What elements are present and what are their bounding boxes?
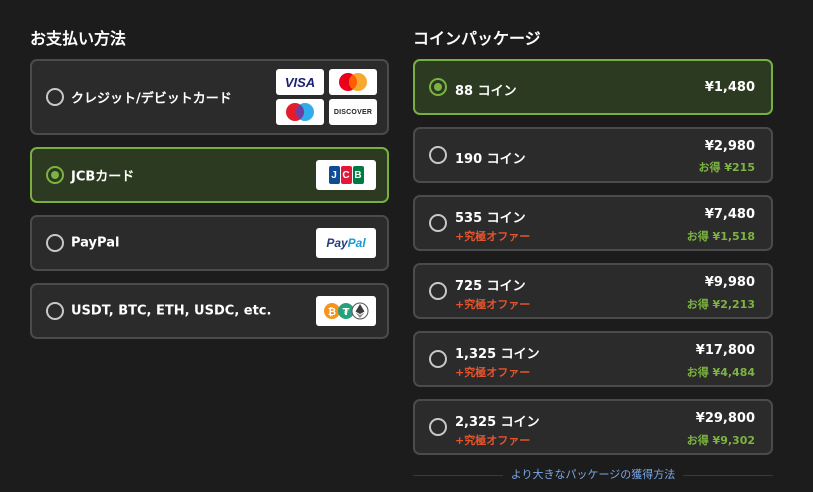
radio-credit-card[interactable] bbox=[46, 88, 64, 106]
discover-logo-icon: DISCOVER bbox=[329, 99, 377, 125]
coin-package-price: ¥29,800 bbox=[695, 411, 755, 426]
jcb-logo-icon: J C B bbox=[316, 160, 376, 190]
payment-label-paypal: PayPal bbox=[71, 235, 120, 251]
coin-package-name: 88 コイン bbox=[455, 84, 517, 99]
payment-method-heading: お支払い方法 bbox=[30, 29, 127, 48]
payment-label-jcb: JCBカード bbox=[71, 169, 135, 185]
coin-package-190[interactable]: 190 コイン ¥2,980 お得 ¥215 bbox=[413, 127, 773, 183]
coin-package-1325[interactable]: 1,325 コイン +究極オファー ¥17,800 お得 ¥4,484 bbox=[413, 331, 773, 387]
coin-package-offer: +究極オファー bbox=[455, 298, 531, 311]
coin-package-savings: お得 ¥1,518 bbox=[686, 230, 755, 243]
coin-package-offer: +究極オファー bbox=[455, 434, 531, 447]
radio-coin-190[interactable] bbox=[429, 146, 447, 164]
coin-package-2325[interactable]: 2,325 コイン +究極オファー ¥29,800 お得 ¥9,302 bbox=[413, 399, 773, 455]
coin-package-88[interactable]: 88 コイン ¥1,480 bbox=[413, 59, 773, 115]
radio-paypal[interactable] bbox=[46, 234, 64, 252]
payment-option-jcb[interactable]: JCBカード J C B bbox=[30, 147, 389, 203]
radio-jcb[interactable] bbox=[46, 166, 64, 184]
payment-option-paypal[interactable]: PayPal PayPal bbox=[30, 215, 389, 271]
paypal-logo-icon: PayPal bbox=[316, 228, 376, 258]
coin-package-535[interactable]: 535 コイン +究極オファー ¥7,480 お得 ¥1,518 bbox=[413, 195, 773, 251]
payment-label-crypto: USDT, BTC, ETH, USDC, etc. bbox=[71, 303, 272, 319]
coin-package-name: 725 コイン bbox=[455, 279, 526, 294]
larger-packages-link-text[interactable]: より大きなパッケージの獲得方法 bbox=[502, 468, 684, 481]
mastercard-logo-icon bbox=[329, 69, 377, 95]
coin-package-price: ¥9,980 bbox=[704, 275, 755, 290]
coin-package-offer: +究極オファー bbox=[455, 366, 531, 379]
crypto-logo-icon: ₿ ₮ bbox=[316, 296, 376, 326]
coin-package-price: ¥17,800 bbox=[695, 343, 755, 358]
coin-package-savings: お得 ¥9,302 bbox=[686, 434, 755, 447]
visa-logo-icon: VISA bbox=[276, 69, 324, 95]
coin-package-savings: お得 ¥2,213 bbox=[686, 298, 755, 311]
larger-packages-link[interactable]: より大きなパッケージの獲得方法 bbox=[413, 466, 773, 482]
coin-package-name: 535 コイン bbox=[455, 211, 526, 226]
radio-coin-88[interactable] bbox=[429, 78, 447, 96]
coin-package-heading: コインパッケージ bbox=[413, 29, 541, 48]
coin-package-savings: お得 ¥215 bbox=[698, 161, 755, 174]
payment-label-credit-card: クレジット/デビットカード bbox=[71, 91, 232, 107]
payment-option-crypto[interactable]: USDT, BTC, ETH, USDC, etc. ₿ ₮ bbox=[30, 283, 389, 339]
svg-text:₿: ₿ bbox=[328, 306, 336, 318]
coin-package-price: ¥7,480 bbox=[704, 207, 755, 222]
coin-package-725[interactable]: 725 コイン +究極オファー ¥9,980 お得 ¥2,213 bbox=[413, 263, 773, 319]
maestro-logo-icon bbox=[276, 99, 324, 125]
coin-package-name: 190 コイン bbox=[455, 152, 526, 167]
coin-package-name: 2,325 コイン bbox=[455, 415, 540, 430]
radio-crypto[interactable] bbox=[46, 302, 64, 320]
coin-package-price: ¥2,980 bbox=[704, 139, 755, 154]
payment-option-credit-card[interactable]: クレジット/デビットカード VISA DISCOVER bbox=[30, 59, 389, 135]
coin-package-price: ¥1,480 bbox=[704, 80, 755, 95]
radio-coin-1325[interactable] bbox=[429, 350, 447, 368]
coin-package-name: 1,325 コイン bbox=[455, 347, 540, 362]
radio-coin-725[interactable] bbox=[429, 282, 447, 300]
coin-package-offer: +究極オファー bbox=[455, 230, 531, 243]
radio-coin-535[interactable] bbox=[429, 214, 447, 232]
svg-text:₮: ₮ bbox=[343, 307, 350, 318]
coin-package-savings: お得 ¥4,484 bbox=[686, 366, 755, 379]
radio-coin-2325[interactable] bbox=[429, 418, 447, 436]
